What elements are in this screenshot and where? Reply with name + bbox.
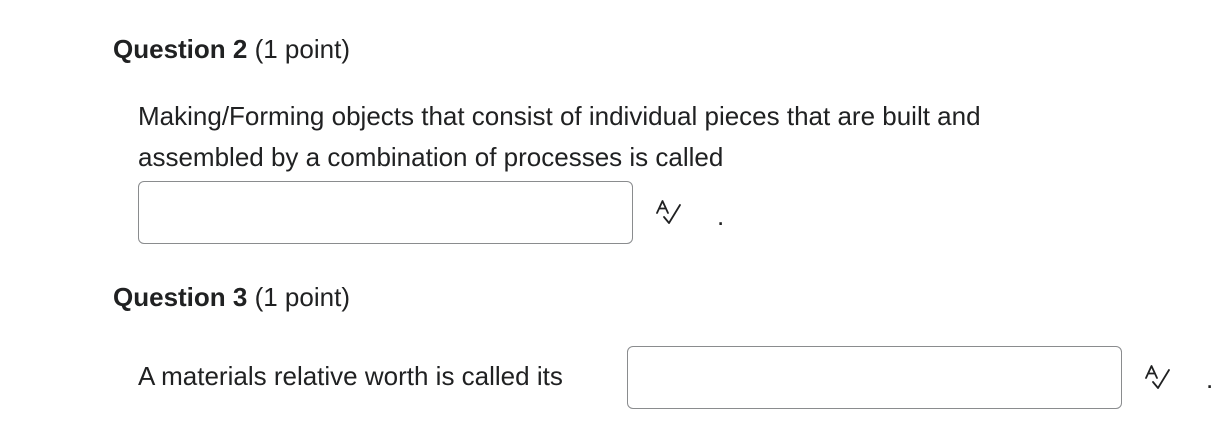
question-2-trailing-period: . <box>717 201 725 231</box>
question-2-text-line-1: Making/Forming objects that consist of i… <box>138 101 981 131</box>
question-3-points: (1 point) <box>254 282 350 312</box>
question-2-points: (1 point) <box>254 34 350 64</box>
spell-check-icon[interactable] <box>1141 362 1171 392</box>
quiz-page: Question 2 (1 point) Making/Forming obje… <box>0 0 1223 434</box>
question-2-text-line-2: assembled by a combination of processes … <box>138 142 724 172</box>
question-3-text: A materials relative worth is called its <box>138 361 563 391</box>
question-3-heading: Question 3 (1 point) <box>113 281 350 313</box>
question-3-title: Question 3 <box>113 282 248 312</box>
question-2-text: Making/Forming objects that consist of i… <box>138 96 1118 178</box>
question-2-answer-input[interactable] <box>138 181 633 244</box>
question-3-answer-input[interactable] <box>627 346 1122 409</box>
question-3-trailing-period: . <box>1206 364 1214 394</box>
spell-check-icon[interactable] <box>652 197 682 227</box>
question-2-heading: Question 2 (1 point) <box>113 33 350 65</box>
question-2-title: Question 2 <box>113 34 248 64</box>
